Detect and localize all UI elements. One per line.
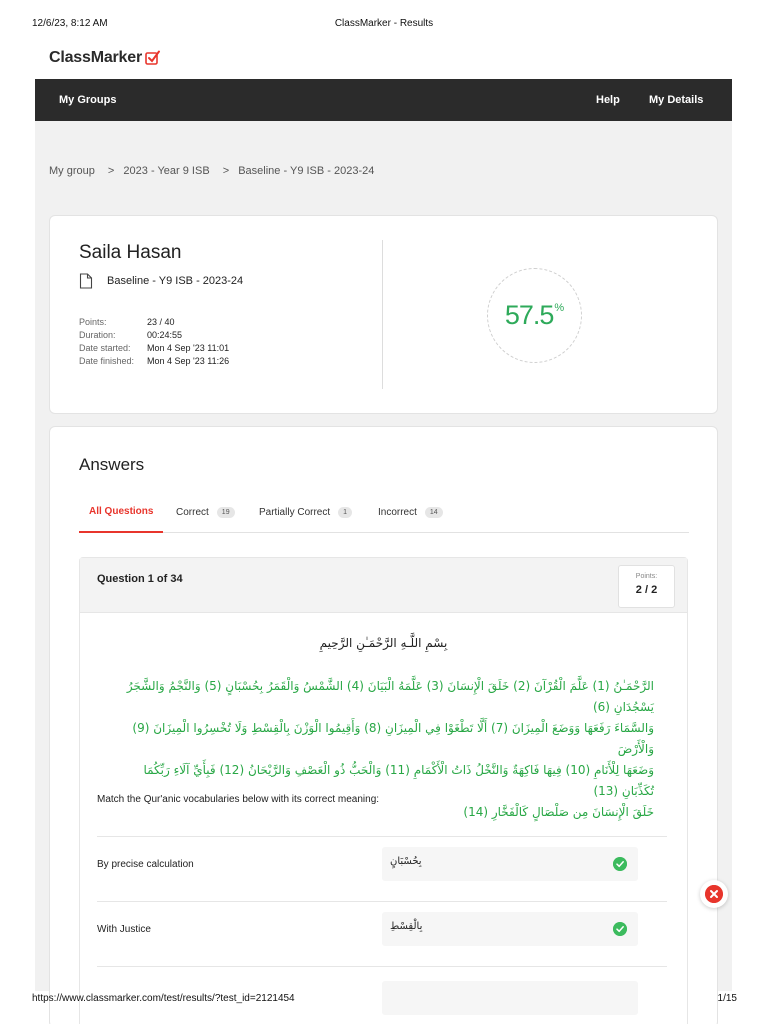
- meta-row-points: Points: 23 / 40: [79, 316, 229, 329]
- correct-check-icon: [613, 922, 627, 936]
- tab-correct[interactable]: Correct 19: [176, 500, 235, 533]
- tab-label: All Questions: [89, 506, 154, 517]
- answers-card: Answers All Questions Correct 19 Partial…: [50, 427, 717, 1024]
- basmala: بِسْمِ اللَّـهِ الرَّحْمَـٰنِ الرَّحِيمِ: [319, 636, 448, 650]
- print-url: https://www.classmarker.com/test/results…: [32, 993, 295, 1004]
- checkbox-check-icon: [145, 50, 160, 65]
- close-x-icon: [705, 885, 723, 903]
- nav-my-groups[interactable]: My Groups: [59, 79, 116, 121]
- meta-value: Mon 4 Sep '23 11:26: [147, 356, 230, 366]
- result-summary-card: Saila Hasan Baseline - Y9 ISB - 2023-24 …: [50, 216, 717, 413]
- incorrect-jump-button[interactable]: [700, 880, 728, 908]
- match-prompt: With Justice: [97, 924, 151, 935]
- meta-label: Date started:: [79, 343, 131, 353]
- result-meta: Points: 23 / 40 Duration: 00:24:55 Date …: [79, 316, 229, 368]
- match-answer-text: بِالْقِسْطِ: [390, 921, 423, 932]
- test-name: Baseline - Y9 ISB - 2023-24: [107, 275, 244, 287]
- print-page-number: 1/15: [717, 993, 737, 1004]
- breadcrumb-separator: >: [222, 165, 230, 177]
- count-badge: 19: [216, 507, 235, 518]
- tab-label: Partially Correct: [259, 507, 331, 518]
- match-row: With Justice بِالْقِسْطِ: [97, 901, 667, 966]
- meta-row-date-finished: Date finished: Mon 4 Sep '23 11:26: [79, 355, 229, 368]
- breadcrumb: My group > 2023 - Year 9 ISB > Baseline …: [49, 165, 378, 177]
- test-name-row: Baseline - Y9 ISB - 2023-24: [79, 273, 243, 289]
- meta-value: Mon 4 Sep '23 11:01: [147, 343, 230, 353]
- print-header: 12/6/23, 8:12 AM ClassMarker - Results: [0, 18, 768, 32]
- vertical-divider: [382, 240, 383, 389]
- answers-title: Answers: [79, 455, 145, 474]
- meta-row-duration: Duration: 00:24:55: [79, 329, 229, 342]
- top-navbar: My Groups Help My Details: [35, 79, 732, 121]
- meta-row-date-started: Date started: Mon 4 Sep '23 11:01: [79, 342, 229, 355]
- question-title: Question 1 of 34: [97, 573, 183, 585]
- answers-tabs: All Questions Correct 19 Partially Corre…: [79, 500, 689, 533]
- score-percentage: 57.5: [504, 300, 555, 330]
- nav-help[interactable]: Help: [596, 79, 620, 121]
- tab-label: Correct: [176, 507, 209, 518]
- tab-all-questions[interactable]: All Questions: [79, 500, 164, 533]
- document-icon: [79, 273, 93, 289]
- student-name: Saila Hasan: [79, 242, 182, 263]
- nav-my-details[interactable]: My Details: [649, 79, 703, 121]
- meta-label: Date finished:: [79, 356, 135, 366]
- meta-label: Points:: [79, 317, 107, 327]
- score-percent-sign: %: [554, 301, 565, 314]
- points-label: Points:: [635, 573, 658, 580]
- meta-value: 23 / 40: [147, 317, 175, 327]
- question-header: Question 1 of 34 Points: 2 / 2: [80, 558, 687, 613]
- match-answer-field: بِالْقِسْطِ: [382, 912, 638, 946]
- classmarker-logo[interactable]: ClassMarker: [49, 47, 161, 69]
- match-row: By precise calculation بِحُسْبَانٍ: [97, 836, 667, 901]
- quran-line: خَلَقَ الْإِنسَانَ مِن صَلْصَالٍ كَالْفَ…: [463, 805, 654, 819]
- tab-label: Incorrect: [378, 507, 417, 518]
- points-value: 2 / 2: [635, 584, 658, 596]
- meta-value: 00:24:55: [147, 330, 183, 340]
- tab-incorrect[interactable]: Incorrect 14: [378, 500, 443, 533]
- meta-label: Duration:: [79, 330, 116, 340]
- breadcrumb-item-class[interactable]: 2023 - Year 9 ISB: [123, 165, 209, 177]
- count-badge: 1: [338, 507, 353, 518]
- breadcrumb-item-my-group[interactable]: My group: [49, 165, 95, 177]
- match-answer-field: [382, 981, 638, 1015]
- logo-text: ClassMarker: [49, 49, 142, 66]
- breadcrumb-separator: >: [107, 165, 115, 177]
- quran-line: وَالسَّمَاءَ رَفَعَهَا وَوَضَعَ الْمِيزَ…: [132, 721, 654, 756]
- correct-check-icon: [613, 857, 627, 871]
- question-instruction: Match the Qur'anic vocabularies below wi…: [97, 794, 380, 805]
- match-answer-text: بِحُسْبَانٍ: [390, 856, 422, 867]
- points-box: Points: 2 / 2: [618, 565, 675, 608]
- count-badge: 14: [424, 507, 443, 518]
- breadcrumb-item-test[interactable]: Baseline - Y9 ISB - 2023-24: [238, 165, 374, 177]
- match-prompt: By precise calculation: [97, 859, 194, 870]
- quran-line: الرَّحْمَـٰنُ (1) عَلَّمَ الْقُرْآنَ (2)…: [126, 679, 654, 714]
- match-answer-field: بِحُسْبَانٍ: [382, 847, 638, 881]
- question-card: Question 1 of 34 Points: 2 / 2 بِسْمِ ال…: [79, 557, 688, 1024]
- score-circle: 57.5%: [487, 268, 582, 363]
- tab-partially-correct[interactable]: Partially Correct 1: [259, 500, 353, 533]
- print-page-title: ClassMarker - Results: [334, 18, 434, 29]
